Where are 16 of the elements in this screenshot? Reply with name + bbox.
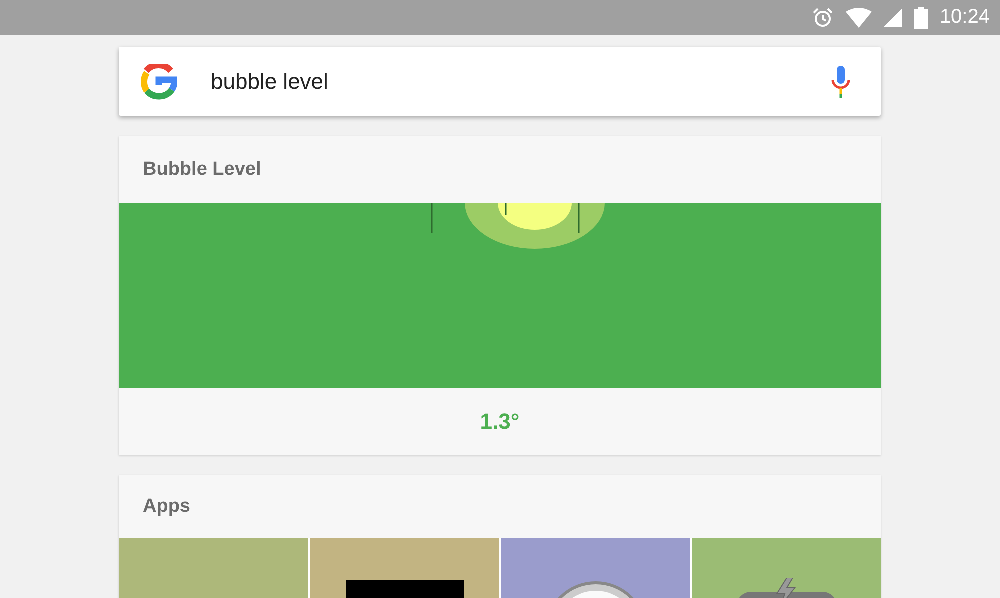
card-title: Apps: [143, 496, 190, 518]
app-tile[interactable]: [119, 538, 308, 598]
alarm-clock-icon: [812, 6, 834, 28]
wifi-icon: [846, 8, 872, 28]
microphone-icon[interactable]: [831, 66, 851, 98]
app-tile[interactable]: [310, 538, 499, 598]
cell-signal-icon: [884, 8, 902, 26]
battery-icon: [914, 6, 928, 28]
status-time: 10:24: [940, 6, 990, 29]
search-bar[interactable]: bubble level: [119, 47, 881, 116]
card-title: Bubble Level: [143, 158, 262, 180]
g-logo-icon: [141, 64, 177, 100]
search-query: bubble level: [211, 68, 330, 94]
app-tile[interactable]: [501, 538, 690, 598]
app-tile[interactable]: [692, 538, 881, 598]
angle-reading: 1.3°: [480, 408, 520, 434]
